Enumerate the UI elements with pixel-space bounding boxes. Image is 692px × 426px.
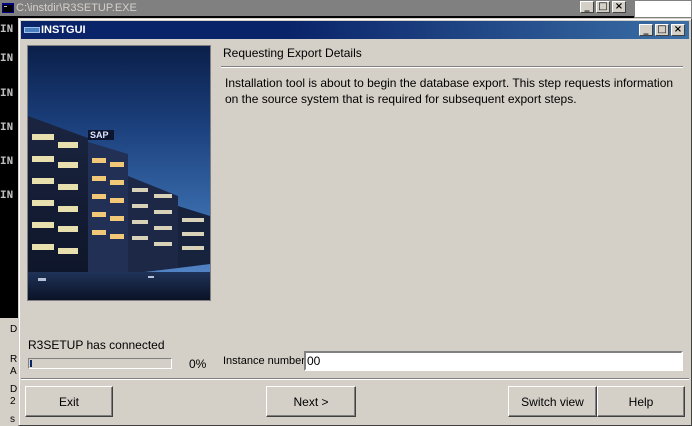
background-window-titlebar: C:\instdir\R3SETUP.EXE _ □ × bbox=[0, 0, 634, 16]
sap-logo-sign: SAP bbox=[90, 130, 109, 140]
console-line: IN bbox=[0, 24, 14, 36]
progress-percent: 0% bbox=[189, 357, 207, 371]
connection-status: R3SETUP has connected bbox=[28, 338, 165, 352]
dialog-title: INSTGUI bbox=[41, 24, 86, 36]
close-button[interactable]: × bbox=[612, 1, 626, 13]
background-window-controls: _ □ × bbox=[578, 1, 626, 13]
next-button[interactable]: Next > bbox=[266, 386, 356, 417]
description-text: Installation tool is about to begin the … bbox=[225, 76, 674, 106]
close-button[interactable]: × bbox=[671, 24, 685, 36]
button-bar-divider bbox=[21, 378, 689, 380]
console-app-icon bbox=[2, 3, 14, 13]
background-fragment: D bbox=[10, 384, 18, 395]
console-line: IN bbox=[0, 122, 14, 134]
switch-view-button[interactable]: Switch view bbox=[508, 386, 597, 417]
background-fragment: A bbox=[10, 366, 17, 377]
sap-building-illustration: SAP bbox=[28, 116, 210, 300]
sap-building-image: SAP bbox=[27, 45, 211, 301]
background-lower-panel: D R A D 2 s bbox=[0, 318, 20, 426]
section-divider bbox=[221, 66, 683, 68]
section-title: Requesting Export Details bbox=[223, 46, 362, 60]
instance-number-input[interactable] bbox=[304, 351, 683, 371]
maximize-button[interactable]: □ bbox=[655, 24, 669, 36]
dialog-window-controls: _ □ × bbox=[637, 24, 685, 36]
console-line: IN bbox=[0, 156, 14, 168]
background-fragment: R bbox=[10, 354, 18, 365]
console-line: IN bbox=[0, 190, 14, 202]
background-fragment: 2 bbox=[10, 396, 16, 407]
exit-button[interactable]: Exit bbox=[25, 386, 113, 417]
minimize-button[interactable]: _ bbox=[639, 24, 653, 36]
background-fragment: D bbox=[10, 324, 18, 335]
console-line: IN bbox=[0, 88, 14, 100]
app-icon bbox=[24, 27, 40, 33]
background-field bbox=[634, 0, 692, 18]
progress-bar bbox=[28, 358, 172, 369]
instgui-dialog: INSTGUI _ □ × SAP Requesting Export Deta… bbox=[18, 18, 692, 426]
instance-number-label: Instance number bbox=[223, 355, 305, 367]
help-button[interactable]: Help bbox=[597, 386, 685, 417]
background-window-title: C:\instdir\R3SETUP.EXE bbox=[16, 2, 137, 14]
console-line: IN bbox=[0, 53, 14, 65]
progress-bar-fill bbox=[30, 360, 32, 367]
dialog-titlebar[interactable]: INSTGUI _ □ × bbox=[21, 21, 689, 39]
background-fragment: s bbox=[10, 414, 15, 425]
minimize-button[interactable]: _ bbox=[580, 1, 594, 13]
maximize-button[interactable]: □ bbox=[596, 1, 610, 13]
